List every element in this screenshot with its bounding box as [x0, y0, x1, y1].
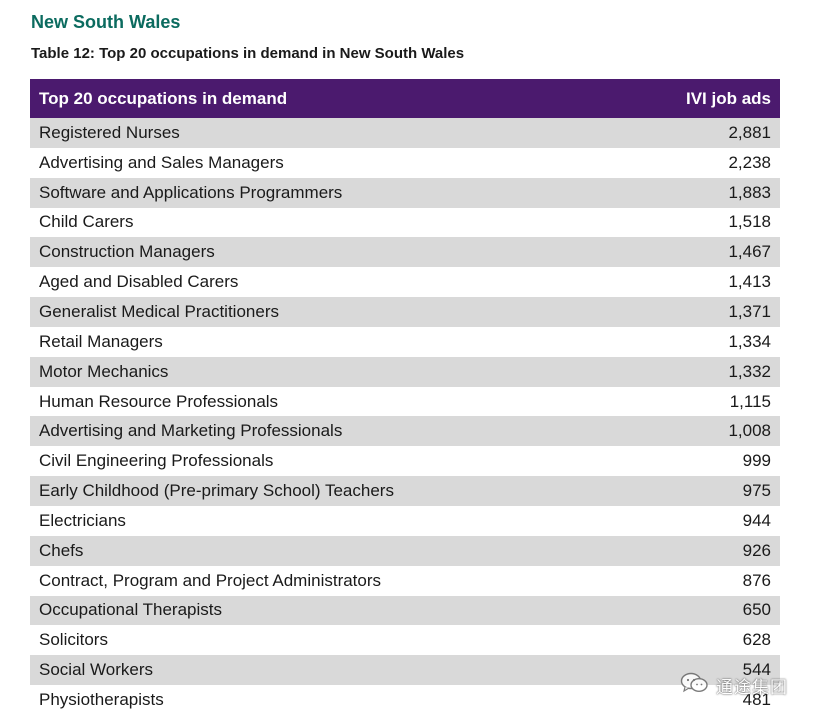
occupation-cell: Physiotherapists	[39, 689, 164, 709]
job-ads-cell: 1,883	[728, 182, 771, 202]
table-caption: Table 12: Top 20 occupations in demand i…	[31, 45, 465, 62]
occupation-cell: Retail Managers	[39, 331, 163, 351]
table-row: Generalist Medical Practitioners 1,371	[30, 297, 780, 327]
job-ads-cell: 999	[742, 451, 771, 471]
job-ads-cell: 1,413	[728, 272, 771, 292]
table-row: Motor Mechanics 1,332	[30, 356, 780, 387]
watermark: 通途集团	[680, 671, 788, 700]
job-ads-cell: 1,008	[728, 421, 771, 441]
job-ads-cell: 1,371	[728, 301, 771, 321]
table-header: Top 20 occupations in demand IVI job ads	[30, 79, 780, 118]
occupations-table: Top 20 occupations in demand IVI job ads…	[30, 79, 780, 715]
table-row: Chefs 926	[30, 535, 780, 566]
job-ads-cell: 650	[742, 600, 771, 620]
occupation-cell: Child Carers	[39, 212, 134, 232]
table-row: Advertising and Sales Managers 2,238	[30, 147, 780, 178]
occupation-cell: Electricians	[39, 510, 126, 530]
job-ads-cell: 1,518	[728, 212, 771, 232]
job-ads-cell: 1,334	[728, 331, 771, 351]
watermark-text: 通途集团	[716, 678, 788, 698]
occupation-cell: Chefs	[39, 540, 84, 560]
table-row: Software and Applications Programmers 1,8…	[30, 177, 780, 208]
occupation-cell: Human Resource Professionals	[39, 391, 279, 411]
occupation-cell: Advertising and Sales Managers	[39, 152, 284, 172]
table-row: Electricians 944	[30, 505, 780, 536]
table-row: Advertising and Marketing Professionals 1…	[30, 416, 780, 447]
header-occupation: Top 20 occupations in demand	[39, 88, 288, 108]
table-row: Child Carers 1,518	[30, 207, 780, 238]
section-heading: New South Wales	[31, 12, 181, 32]
occupation-cell: Early Childhood (Pre-primary School) Tea…	[39, 481, 394, 501]
job-ads-cell: 876	[742, 570, 771, 590]
job-ads-cell: 628	[742, 630, 771, 650]
job-ads-cell: 1,332	[728, 361, 771, 381]
table-row: Early Childhood (Pre-primary School) Tea…	[30, 476, 780, 506]
job-ads-cell: 1,115	[729, 391, 771, 411]
occupation-cell: Advertising and Marketing Professionals	[39, 421, 343, 441]
table-row: Occupational Therapists 650	[30, 595, 780, 626]
table-row: Aged and Disabled Carers 1,413	[30, 267, 780, 298]
occupation-cell: Software and Applications Programmers	[39, 182, 343, 202]
table-row: Contract, Program and Project Administra…	[30, 565, 780, 596]
table-body: Registered Nurses 2,881 Advertising and S…	[30, 118, 780, 715]
table-row: Physiotherapists 481	[30, 685, 780, 715]
job-ads-cell: 944	[742, 510, 771, 530]
job-ads-cell: 1,467	[728, 242, 771, 262]
occupation-cell: Motor Mechanics	[39, 361, 169, 381]
occupation-cell: Social Workers	[39, 660, 153, 680]
table-row: Retail Managers 1,334	[30, 326, 780, 357]
header-job-ads: IVI job ads	[685, 88, 771, 108]
occupation-cell: Solicitors	[39, 630, 108, 650]
table-row: Social Workers 544	[30, 655, 780, 686]
wechat-icon	[680, 671, 710, 700]
table-row: Civil Engineering Professionals 999	[30, 446, 780, 477]
table-row: Registered Nurses 2,881	[30, 118, 780, 148]
table-row: Human Resource Professionals 1,115	[30, 386, 780, 417]
job-ads-cell: 926	[742, 540, 771, 560]
table-row: Construction Managers 1,467	[30, 237, 780, 268]
job-ads-cell: 975	[742, 481, 771, 501]
table-row: Solicitors 628	[30, 625, 780, 656]
job-ads-cell: 2,238	[728, 152, 771, 172]
occupation-cell: Generalist Medical Practitioners	[39, 301, 279, 321]
occupation-cell: Contract, Program and Project Administra…	[39, 570, 382, 590]
occupation-cell: Aged and Disabled Carers	[39, 272, 239, 292]
job-ads-cell: 2,881	[728, 122, 771, 142]
occupation-cell: Occupational Therapists	[39, 600, 223, 620]
occupation-cell: Registered Nurses	[39, 122, 180, 142]
occupation-cell: Civil Engineering Professionals	[39, 451, 274, 471]
header-row: Top 20 occupations in demand IVI job ads	[30, 79, 780, 118]
occupation-cell: Construction Managers	[39, 242, 215, 262]
